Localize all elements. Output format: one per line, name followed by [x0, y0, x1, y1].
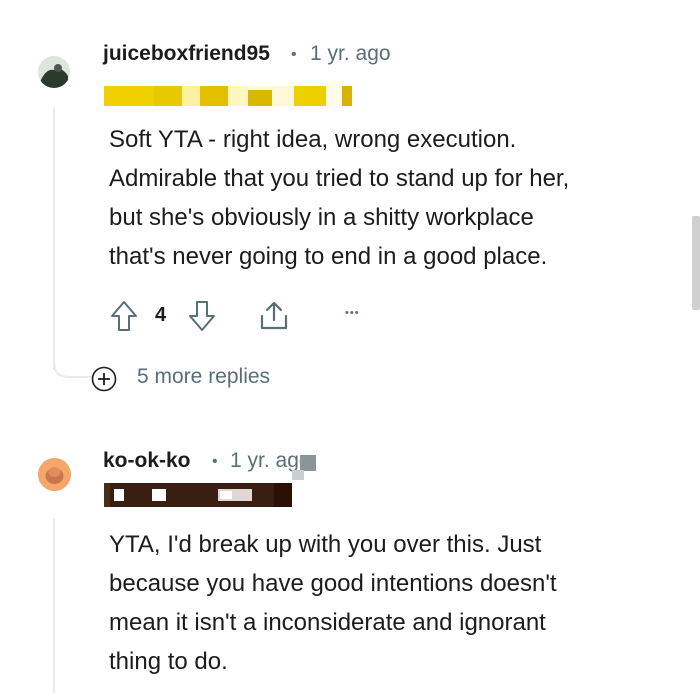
redaction-block — [292, 470, 304, 480]
comment-line: thing to do. — [109, 648, 228, 675]
username[interactable]: ko-ok-ko — [103, 449, 191, 473]
comment-line: Soft YTA - right idea, wrong execution. — [109, 126, 517, 153]
meta-separator: • — [212, 453, 218, 470]
username[interactable]: juiceboxfriend95 — [103, 42, 270, 66]
comment-body: YTA, I'd break up with you over this. Ju… — [109, 525, 669, 681]
comment-line: because you have good intentions doesn't — [109, 570, 557, 597]
comment-line: Admirable that you tried to stand up for… — [109, 165, 570, 192]
plus-circle-icon[interactable] — [91, 366, 117, 392]
user-flair-redacted — [104, 86, 352, 106]
redaction-block — [300, 455, 316, 471]
scrollbar-thumb[interactable] — [692, 216, 700, 310]
downvote-icon[interactable] — [188, 300, 216, 332]
thread-line-curve — [53, 355, 93, 378]
thread-line — [53, 518, 55, 693]
comment-line: YTA, I'd break up with you over this. Ju… — [109, 531, 542, 558]
more-options-icon[interactable]: ••• — [345, 307, 360, 319]
comment-line: that's never going to end in a good plac… — [109, 243, 548, 270]
meta-separator: • — [291, 46, 297, 63]
comment-body: Soft YTA - right idea, wrong execution. … — [109, 120, 669, 276]
vote-count: 4 — [155, 304, 167, 326]
more-replies-link[interactable]: 5 more replies — [137, 365, 270, 389]
avatar[interactable] — [38, 56, 70, 88]
share-icon[interactable] — [259, 300, 289, 332]
user-flair-redacted — [104, 483, 292, 507]
upvote-icon[interactable] — [110, 300, 138, 332]
avatar[interactable] — [38, 458, 71, 491]
comment-line: mean it isn't a inconsiderate and ignora… — [109, 609, 546, 636]
thread-line — [53, 108, 55, 370]
timestamp[interactable]: 1 yr. ago — [310, 42, 391, 66]
comment-line: but she's obviously in a shitty workplac… — [109, 204, 534, 231]
